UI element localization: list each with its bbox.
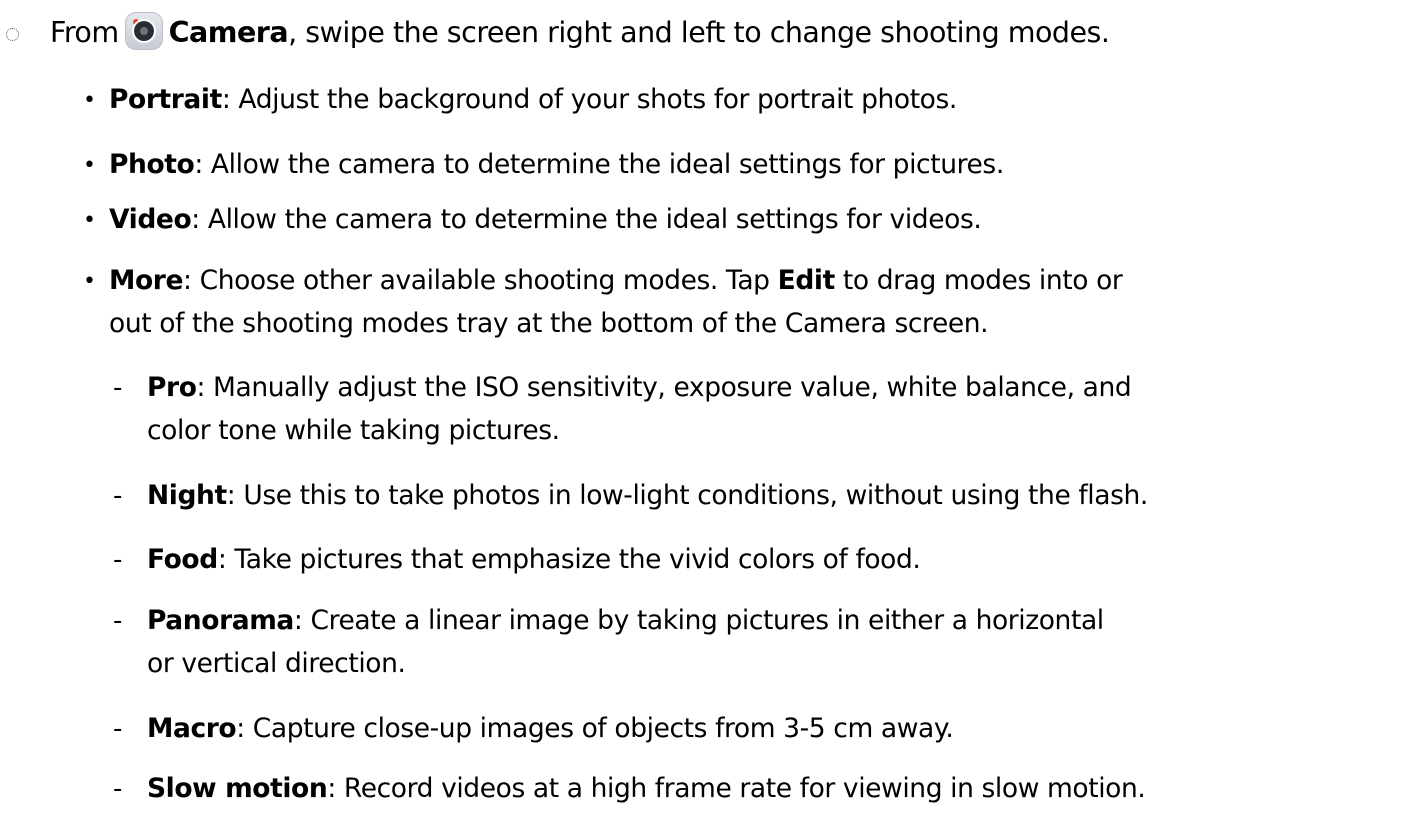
bullet-icon: • [83,208,96,233]
description: Choose other available shooting modes. T… [191,265,778,296]
description: Create a linear image by taking pictures… [302,605,1104,636]
sub-item-pro: Pro: Manually adjust the ISO sensitivity… [147,370,1132,406]
bullet-icon: • [83,153,96,178]
sub-item-panorama: Panorama: Create a linear image by takin… [147,603,1104,639]
list-item-more-continued: out of the shooting modes tray at the bo… [109,306,989,342]
term: Slow motion [147,773,328,804]
list-item-more: More: Choose other available shooting mo… [109,263,1123,299]
edit-term: Edit [777,265,836,296]
term: Panorama [147,605,294,636]
camera-app-name: Camera [168,16,289,49]
separator: : [327,773,336,804]
term: Night [147,480,227,511]
dash-icon: - [113,373,123,403]
description: Adjust the background of your shots for … [230,84,957,115]
dash-icon: - [113,774,123,804]
description: to drag modes into or [834,265,1123,296]
list-item-portrait: Portrait: Adjust the background of your … [109,82,957,118]
dash-icon: - [113,481,123,511]
description: color tone while taking pictures. [147,415,560,446]
bullet-icon: • [83,88,96,113]
description: Manually adjust the ISO sensitivity, exp… [205,372,1132,403]
step-marker-icon [6,28,19,41]
description: Allow the camera to determine the ideal … [202,149,1004,180]
separator: : [191,204,200,235]
term: Pro [147,372,197,403]
dash-icon: - [113,606,123,636]
description: Record videos at a high frame rate for v… [335,773,1146,804]
sub-item-macro: Macro: Capture close-up images of object… [147,711,954,747]
separator: : [194,149,203,180]
sub-item-panorama-continued: or vertical direction. [147,646,406,682]
description: Capture close-up images of objects from … [244,713,954,744]
dash-icon: - [113,545,123,575]
description: Take pictures that emphasize the vivid c… [226,544,921,575]
term: More [109,265,184,296]
separator: : [236,713,245,744]
separator: : [196,372,206,403]
intro-prefix: From [50,16,119,49]
description: Allow the camera to determine the ideal … [199,204,982,235]
instruction-page: From Camera, swipe the screen right and l… [0,0,1419,821]
list-item-video: Video: Allow the camera to determine the… [109,202,982,238]
bullet-icon: • [83,269,96,294]
description: out of the shooting modes tray at the bo… [109,308,989,339]
term: Photo [109,149,195,180]
sub-item-pro-continued: color tone while taking pictures. [147,413,560,449]
term: Video [109,204,192,235]
intro-suffix: , swipe the screen right and left to cha… [288,16,1110,49]
term: Food [147,544,218,575]
intro-line: From Camera, swipe the screen right and l… [50,12,1110,53]
separator: : [183,265,192,296]
sub-item-slow-motion: Slow motion: Record videos at a high fra… [147,771,1146,807]
camera-app-icon [124,12,163,50]
description: Use this to take photos in low-light con… [235,480,1148,511]
dash-icon: - [113,714,123,744]
list-item-photo: Photo: Allow the camera to determine the… [109,147,1004,183]
description: or vertical direction. [147,648,406,679]
sub-item-night: Night: Use this to take photos in low-li… [147,478,1148,514]
sub-item-food: Food: Take pictures that emphasize the v… [147,542,921,578]
term: Macro [147,713,237,744]
term: Portrait [109,84,222,115]
